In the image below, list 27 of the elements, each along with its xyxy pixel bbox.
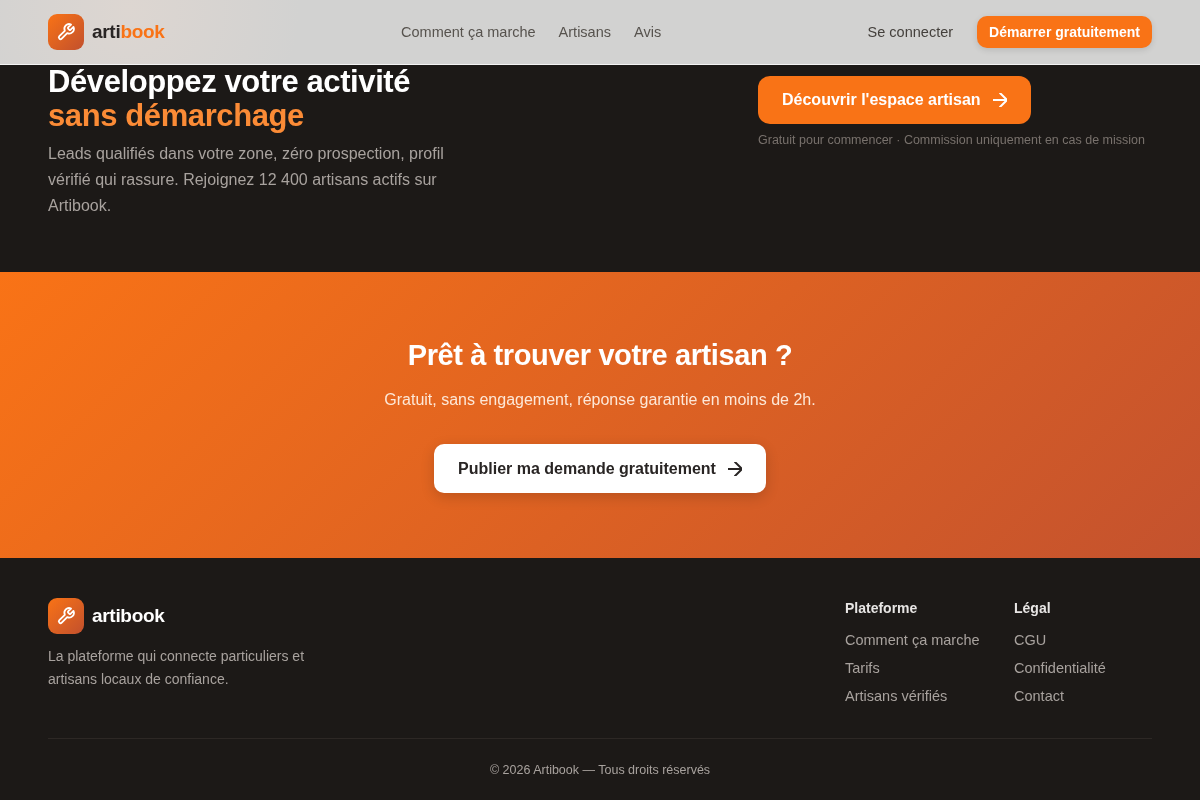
arrow-right-icon bbox=[727, 461, 742, 476]
cta-title: Prêt à trouver votre artisan ? bbox=[407, 338, 793, 373]
wrench-icon bbox=[48, 14, 84, 50]
pricing-note: Gratuit pour commencer · Commission uniquement en cas de mission bbox=[758, 132, 1145, 148]
nav-link[interactable]: Avis bbox=[634, 22, 662, 42]
nav-link[interactable]: Comment ça marche bbox=[401, 22, 536, 42]
login-link[interactable]: Se connecter bbox=[867, 22, 954, 42]
wrench-icon bbox=[48, 598, 84, 634]
cta-subtitle: Gratuit, sans engagement, réponse garantie en moins de 2h. bbox=[384, 390, 816, 410]
footer-link[interactable]: Comment ça marche bbox=[845, 630, 980, 650]
footer-link[interactable]: CGU bbox=[1014, 630, 1047, 650]
footer-link[interactable]: Confidentialité bbox=[1014, 658, 1106, 678]
logo-text[interactable]: artibook bbox=[92, 604, 165, 628]
arrow-right-icon bbox=[992, 93, 1007, 107]
copyright-text: © 2026 Artibook — Tous droits réservés bbox=[489, 762, 711, 779]
headline: Développez votre activité bbox=[48, 65, 411, 99]
hero-description: Leads qualifiés dans votre zone, zéro prospection, profil vérifié qui rassure. Rejoignez 12 400 artisans actifs sur Artibook. bbox=[48, 144, 445, 216]
headline-highlight: sans démarchage bbox=[48, 99, 304, 133]
footer-tagline: La plateforme qui connecte particuliers et artisans locaux de confiance. bbox=[48, 647, 306, 689]
footer-link[interactable]: Artisans vérifiés bbox=[845, 686, 948, 706]
publish-request-button[interactable]: Publier ma demande gratuitement bbox=[434, 444, 766, 493]
footer-link[interactable]: Tarifs bbox=[845, 658, 880, 678]
footer-column-title: Plateforme bbox=[845, 599, 918, 618]
footer-column-title: Légal bbox=[1014, 599, 1051, 618]
logo-text[interactable]: artibook bbox=[92, 20, 165, 44]
footer-link[interactable]: Contact bbox=[1014, 686, 1064, 706]
nav-link[interactable]: Artisans bbox=[558, 22, 611, 42]
